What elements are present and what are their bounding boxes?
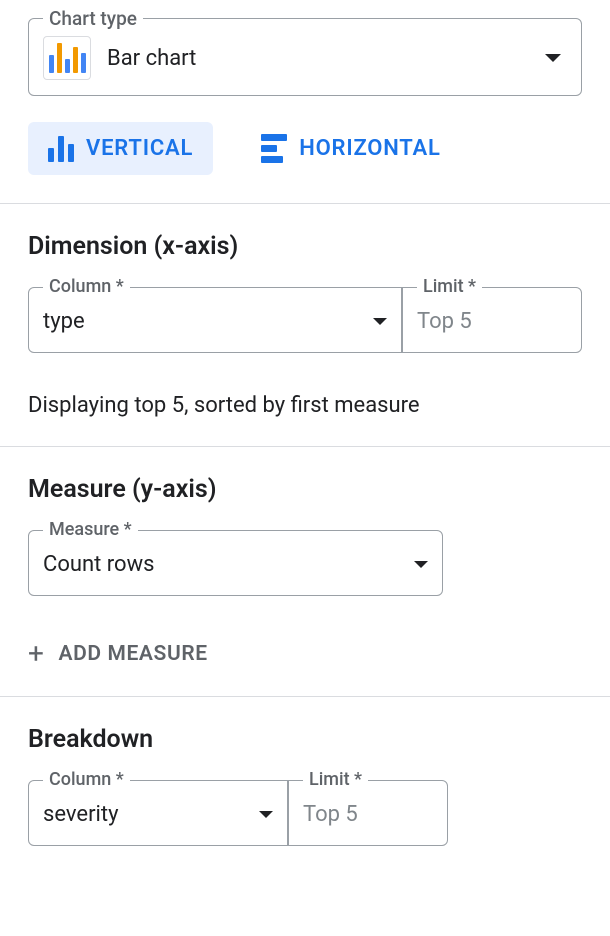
breakdown-limit-legend: Limit * xyxy=(303,769,368,790)
measure-select[interactable]: Measure * Count rows xyxy=(28,530,443,596)
dimension-column-select[interactable]: Column * type xyxy=(28,287,402,353)
tab-vertical[interactable]: VERTICAL xyxy=(28,122,213,175)
chart-type-value: Bar chart xyxy=(107,46,529,71)
dimension-title: Dimension (x-axis) xyxy=(28,232,582,261)
breakdown-column-select[interactable]: Column * severity xyxy=(28,780,288,846)
measure-title: Measure (y-axis) xyxy=(28,475,582,504)
dimension-column-value: type xyxy=(43,309,85,334)
breakdown-limit-value: Top 5 xyxy=(303,802,358,827)
measure-legend: Measure * xyxy=(43,519,138,540)
dimension-limit-input[interactable]: Limit * Top 5 xyxy=(402,287,582,353)
divider xyxy=(0,696,610,697)
tab-vertical-label: VERTICAL xyxy=(86,136,193,161)
dimension-column-legend: Column * xyxy=(43,276,130,297)
chevron-down-icon xyxy=(259,811,273,818)
divider xyxy=(0,446,610,447)
tab-horizontal[interactable]: HORIZONTAL xyxy=(241,122,461,175)
chevron-down-icon xyxy=(373,318,387,325)
measure-value: Count rows xyxy=(43,552,154,577)
plus-icon: + xyxy=(28,640,45,668)
orientation-tabs: VERTICAL HORIZONTAL xyxy=(28,122,582,175)
divider xyxy=(0,203,610,204)
dimension-limit-value: Top 5 xyxy=(417,309,472,334)
tab-horizontal-label: HORIZONTAL xyxy=(299,136,441,161)
breakdown-column-value: severity xyxy=(43,802,118,827)
bar-chart-icon xyxy=(43,36,91,80)
dimension-limit-legend: Limit * xyxy=(417,276,482,297)
chevron-down-icon xyxy=(414,561,428,568)
horizontal-bars-icon xyxy=(261,134,287,163)
chart-type-legend: Chart type xyxy=(43,7,143,30)
add-measure-label: ADD MEASURE xyxy=(59,642,208,666)
add-measure-button[interactable]: + ADD MEASURE xyxy=(28,640,582,668)
dimension-note: Displaying top 5, sorted by first measur… xyxy=(28,393,582,418)
breakdown-title: Breakdown xyxy=(28,725,582,754)
chevron-down-icon xyxy=(545,54,561,62)
chart-type-select[interactable]: Chart type Bar chart xyxy=(28,18,582,96)
vertical-bars-icon xyxy=(48,136,74,162)
breakdown-column-legend: Column * xyxy=(43,769,130,790)
breakdown-limit-input[interactable]: Limit * Top 5 xyxy=(288,780,448,846)
